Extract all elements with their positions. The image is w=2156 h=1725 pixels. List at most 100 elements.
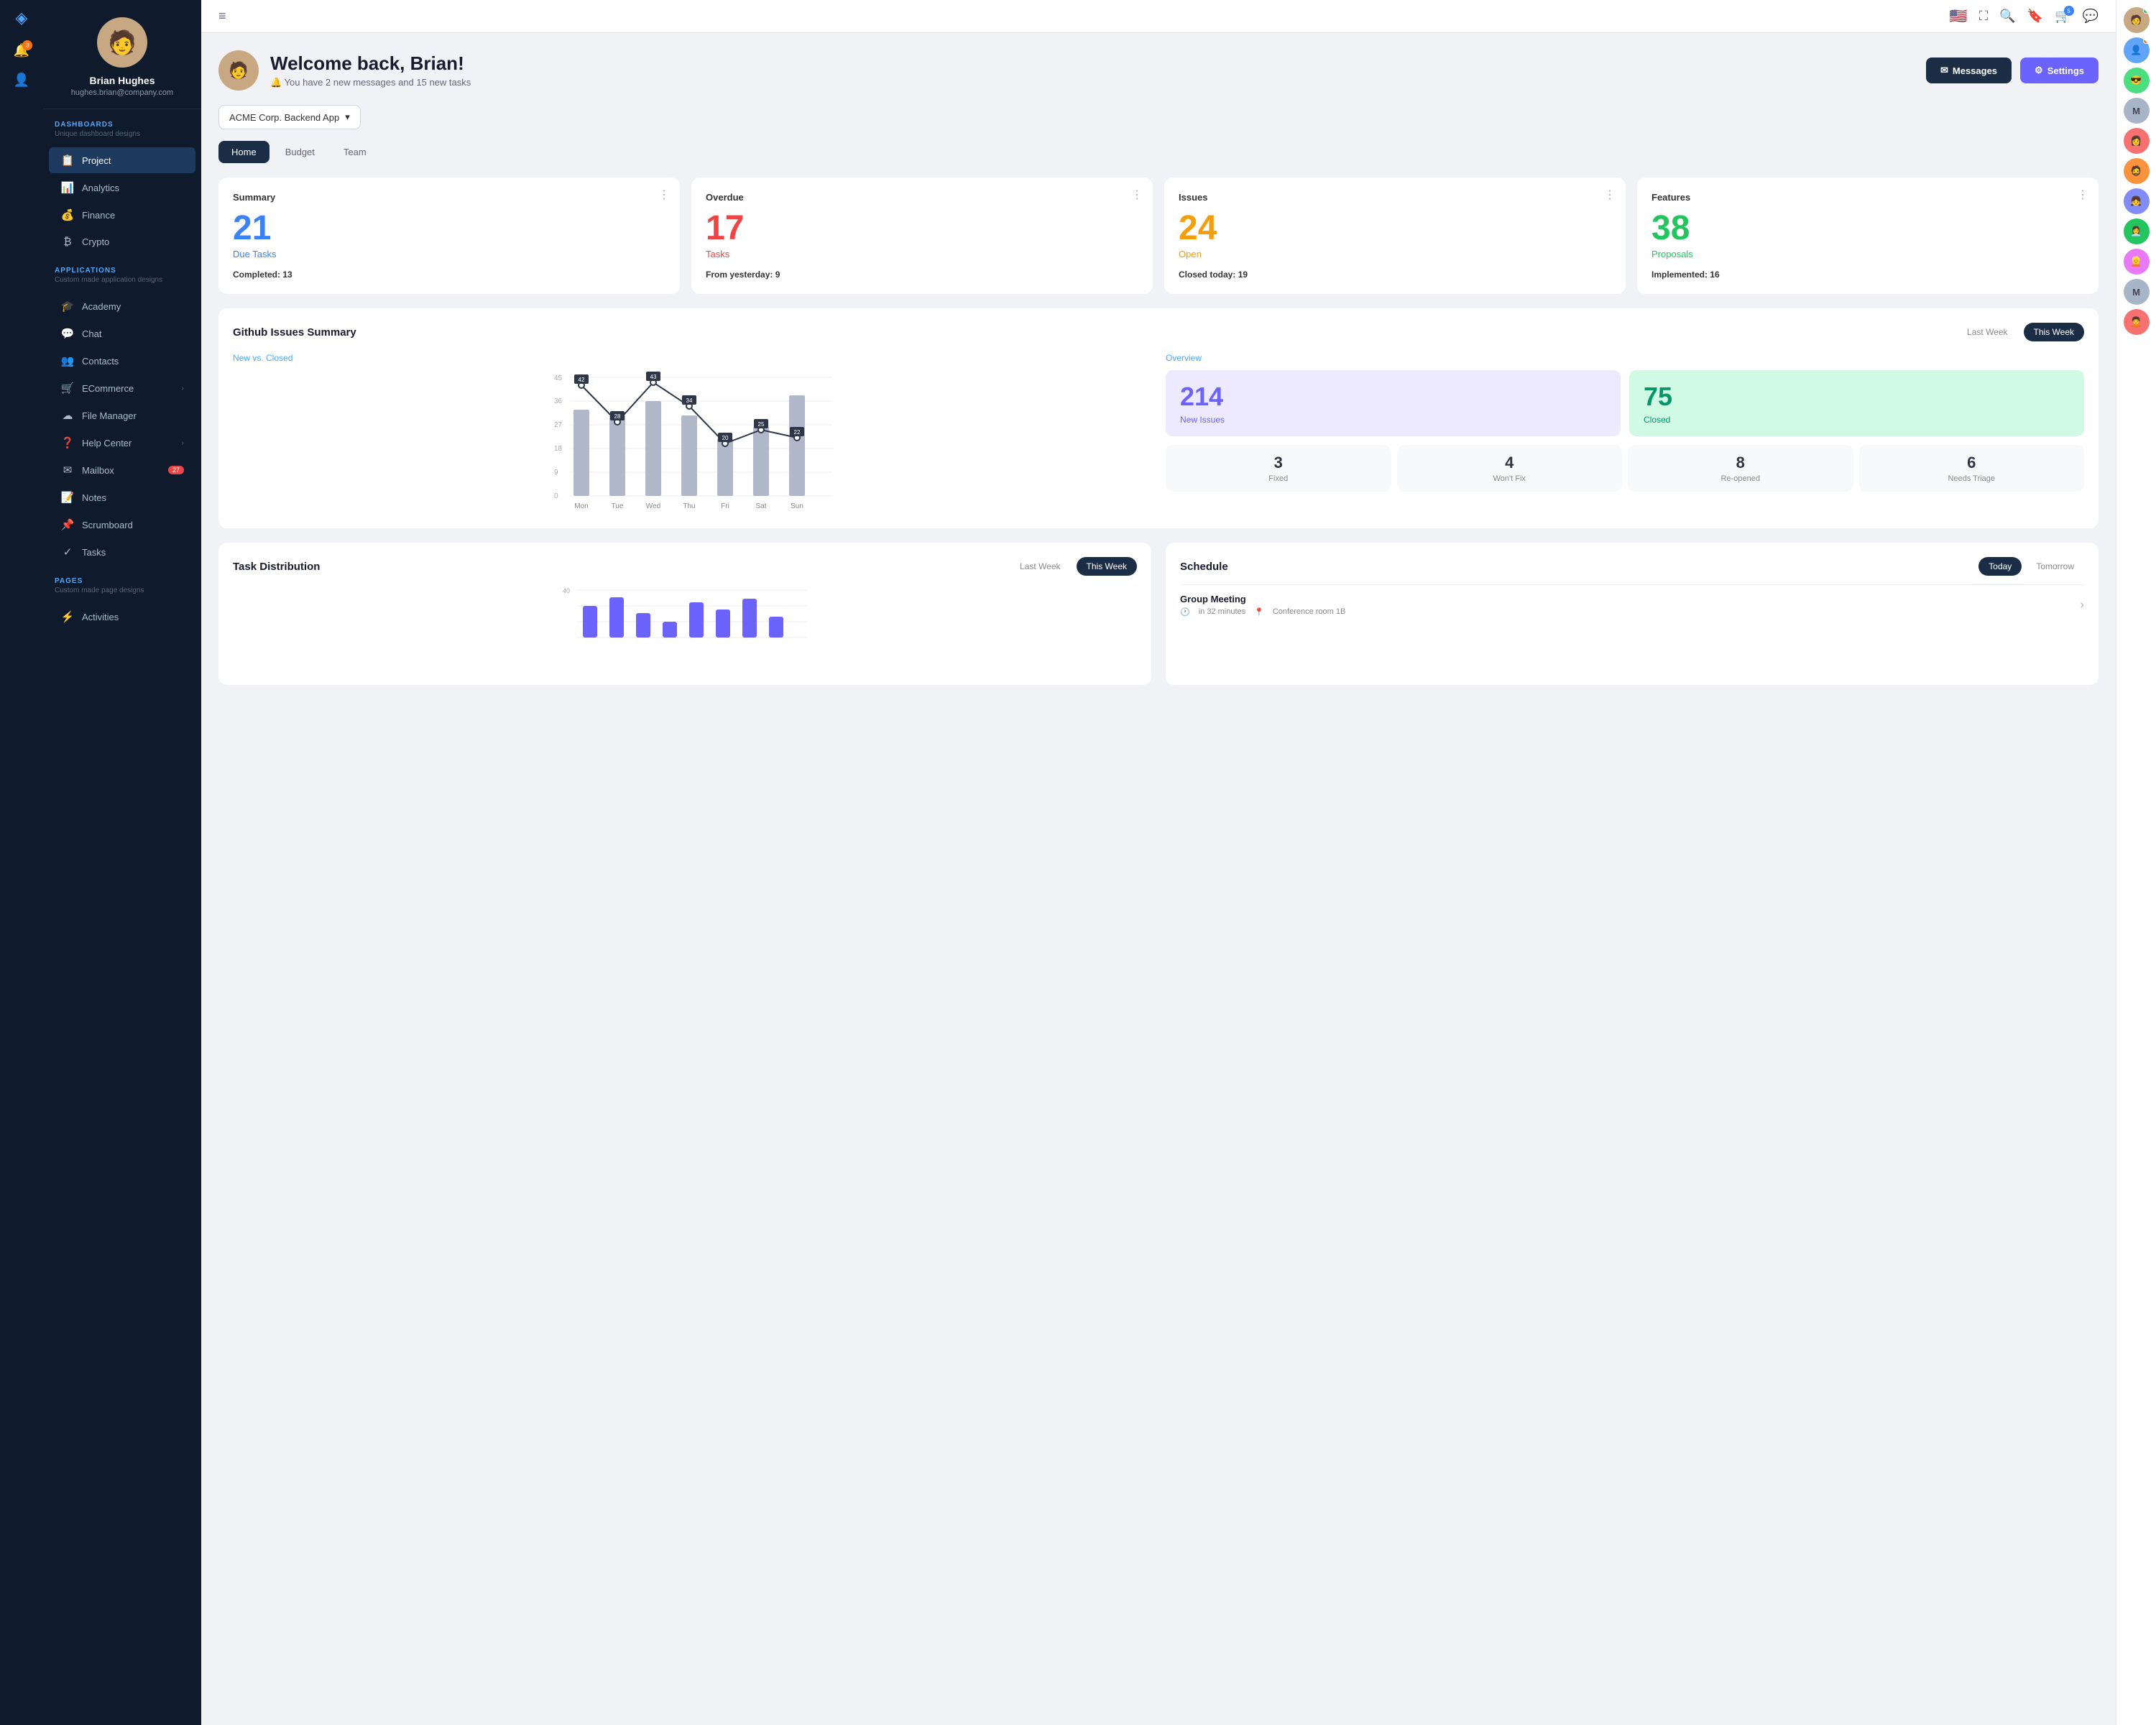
stat-title: Features: [1651, 192, 2084, 203]
sidebar-item-helpcenter[interactable]: ❓ Help Center ›: [49, 430, 195, 456]
overview-top: 214 New Issues 75 Closed: [1166, 370, 2084, 436]
sidebar-item-ecommerce[interactable]: 🛒 ECommerce ›: [49, 375, 195, 401]
messages-button[interactable]: 💬: [2083, 9, 2099, 24]
page-tabs: Home Budget Team: [218, 141, 2099, 163]
svg-text:Thu: Thu: [683, 502, 695, 510]
avatar-item[interactable]: 👧: [2124, 188, 2150, 214]
today-button[interactable]: Today: [1978, 557, 2022, 576]
academy-icon: 🎓: [60, 300, 75, 313]
avatar-item[interactable]: 🧔: [2124, 158, 2150, 184]
svg-text:28: 28: [614, 413, 621, 420]
task-distribution-section: Task Distribution Last Week This Week 40: [218, 543, 1151, 685]
stat-number: 17: [706, 211, 1138, 246]
fullscreen-button[interactable]: ⛶: [1979, 9, 1989, 24]
sidebar-item-notes[interactable]: 📝 Notes: [49, 484, 195, 510]
sidebar-item-label: Analytics: [82, 183, 119, 193]
sidebar-item-contacts[interactable]: 👥 Contacts: [49, 348, 195, 374]
avatar-item[interactable]: 👱: [2124, 249, 2150, 275]
finance-icon: 💰: [60, 208, 75, 221]
github-header: Github Issues Summary Last Week This Wee…: [233, 323, 2084, 341]
svg-text:27: 27: [554, 421, 563, 429]
applications-subtitle: Custom made application designs: [55, 276, 190, 284]
svg-text:Fri: Fri: [721, 502, 729, 510]
sidebar-item-mailbox[interactable]: ✉ Mailbox 27: [49, 457, 195, 483]
avatar-item[interactable]: 👩: [2124, 128, 2150, 154]
avatar-item[interactable]: 🧑: [2124, 7, 2150, 33]
welcome-text: Welcome back, Brian! 🔔 You have 2 new me…: [270, 52, 471, 88]
mini-label: Won't Fix: [1406, 474, 1614, 483]
tomorrow-button[interactable]: Tomorrow: [2026, 557, 2084, 576]
tab-home[interactable]: Home: [218, 141, 270, 163]
avatar: 🧑: [97, 17, 147, 68]
helpcenter-icon: ❓: [60, 436, 75, 449]
bookmark-button[interactable]: 🔖: [2027, 9, 2043, 24]
dashboards-section: DASHBOARDS Unique dashboard designs: [43, 109, 201, 147]
stat-issues: ⋮ Issues 24 Open Closed today: 19: [1164, 178, 1626, 294]
messages-button[interactable]: ✉ Messages: [1926, 58, 2012, 83]
sidebar-item-academy[interactable]: 🎓 Academy: [49, 293, 195, 319]
schedule-header: Schedule Today Tomorrow: [1180, 557, 2084, 576]
overview-label: Overview: [1166, 353, 2084, 363]
sidebar-item-tasks[interactable]: ✓ Tasks: [49, 539, 195, 565]
stat-overdue: ⋮ Overdue 17 Tasks From yesterday: 9: [691, 178, 1153, 294]
mini-wontfix: 4 Won't Fix: [1397, 445, 1623, 492]
mini-num: 3: [1174, 454, 1383, 472]
cart-button[interactable]: 🛒 5: [2055, 9, 2070, 24]
schedule-time: in 32 minutes: [1199, 607, 1245, 617]
ecommerce-icon: 🛒: [60, 382, 75, 395]
avatar-item[interactable]: M: [2124, 98, 2150, 124]
sidebar-item-analytics[interactable]: 📊 Analytics: [49, 175, 195, 201]
svg-text:9: 9: [554, 469, 558, 477]
sidebar-item-chat[interactable]: 💬 Chat: [49, 321, 195, 346]
last-week-button[interactable]: Last Week: [1957, 323, 2017, 341]
tab-budget[interactable]: Budget: [272, 141, 328, 163]
mini-label: Fixed: [1174, 474, 1383, 483]
nav-user-button[interactable]: 👤: [9, 68, 34, 92]
card-menu-icon[interactable]: ⋮: [2077, 188, 2088, 202]
sidebar-item-label: Project: [82, 155, 111, 166]
avatar-item[interactable]: 🧑‍🦱: [2124, 309, 2150, 335]
svg-text:34: 34: [686, 397, 693, 404]
flag-icon[interactable]: 🇺🇸: [1950, 7, 1968, 25]
task-this-week-button[interactable]: This Week: [1077, 557, 1137, 576]
card-menu-icon[interactable]: ⋮: [1604, 188, 1616, 202]
avatar-item[interactable]: 👩‍💼: [2124, 218, 2150, 244]
schedule-arrow-icon[interactable]: ›: [2081, 599, 2084, 612]
sidebar-item-crypto[interactable]: ₿ Crypto: [49, 229, 195, 254]
tab-team[interactable]: Team: [331, 141, 379, 163]
sidebar-item-label: Contacts: [82, 356, 119, 367]
content-area: 🧑 Welcome back, Brian! 🔔 You have 2 new …: [201, 33, 2116, 1725]
project-selector[interactable]: ACME Corp. Backend App ▾: [218, 105, 361, 129]
sidebar-item-finance[interactable]: 💰 Finance: [49, 202, 195, 228]
topbar: ≡ 🇺🇸 ⛶ 🔍 🔖 🛒 5 💬: [201, 0, 2116, 33]
bell-badge: 3: [22, 40, 32, 50]
avatar-item[interactable]: 👤: [2124, 37, 2150, 63]
task-last-week-button[interactable]: Last Week: [1010, 557, 1070, 576]
task-dist-header: Task Distribution Last Week This Week: [233, 557, 1137, 576]
search-button[interactable]: 🔍: [1999, 9, 2015, 24]
this-week-button[interactable]: This Week: [2024, 323, 2084, 341]
avatar-bar: 🧑 👤 😎 M 👩 🧔 👧 👩‍💼 👱 M 🧑‍🦱: [2116, 0, 2156, 1725]
analytics-icon: 📊: [60, 181, 75, 194]
stat-sub-label: Implemented:: [1651, 270, 1708, 280]
sidebar-item-scrumboard[interactable]: 📌 Scrumboard: [49, 512, 195, 538]
chevron-down-icon: ▾: [345, 111, 350, 123]
sidebar-item-filemanager[interactable]: ☁ File Manager: [49, 402, 195, 428]
stat-summary: ⋮ Summary 21 Due Tasks Completed: 13: [218, 178, 680, 294]
settings-button[interactable]: ⚙ Settings: [2020, 58, 2099, 83]
avatar-item[interactable]: M: [2124, 279, 2150, 305]
sidebar-profile: 🧑 Brian Hughes hughes.brian@company.com: [43, 0, 201, 109]
avatar-item[interactable]: 😎: [2124, 68, 2150, 93]
card-menu-icon[interactable]: ⋮: [1131, 188, 1143, 202]
dashboards-title: DASHBOARDS: [55, 121, 190, 129]
stat-sub-value: 16: [1710, 270, 1719, 280]
sidebar-item-project[interactable]: 📋 Project: [49, 147, 195, 173]
nav-bell-button[interactable]: 🔔 3: [9, 39, 34, 63]
svg-text:45: 45: [554, 374, 563, 382]
sidebar-item-activities[interactable]: ⚡ Activities: [49, 604, 195, 630]
sidebar-item-label: Notes: [82, 492, 106, 503]
card-menu-icon[interactable]: ⋮: [658, 188, 670, 202]
menu-button[interactable]: ≡: [218, 9, 226, 24]
mini-reopened: 8 Re-opened: [1628, 445, 1853, 492]
mini-label: Re-opened: [1636, 474, 1845, 483]
